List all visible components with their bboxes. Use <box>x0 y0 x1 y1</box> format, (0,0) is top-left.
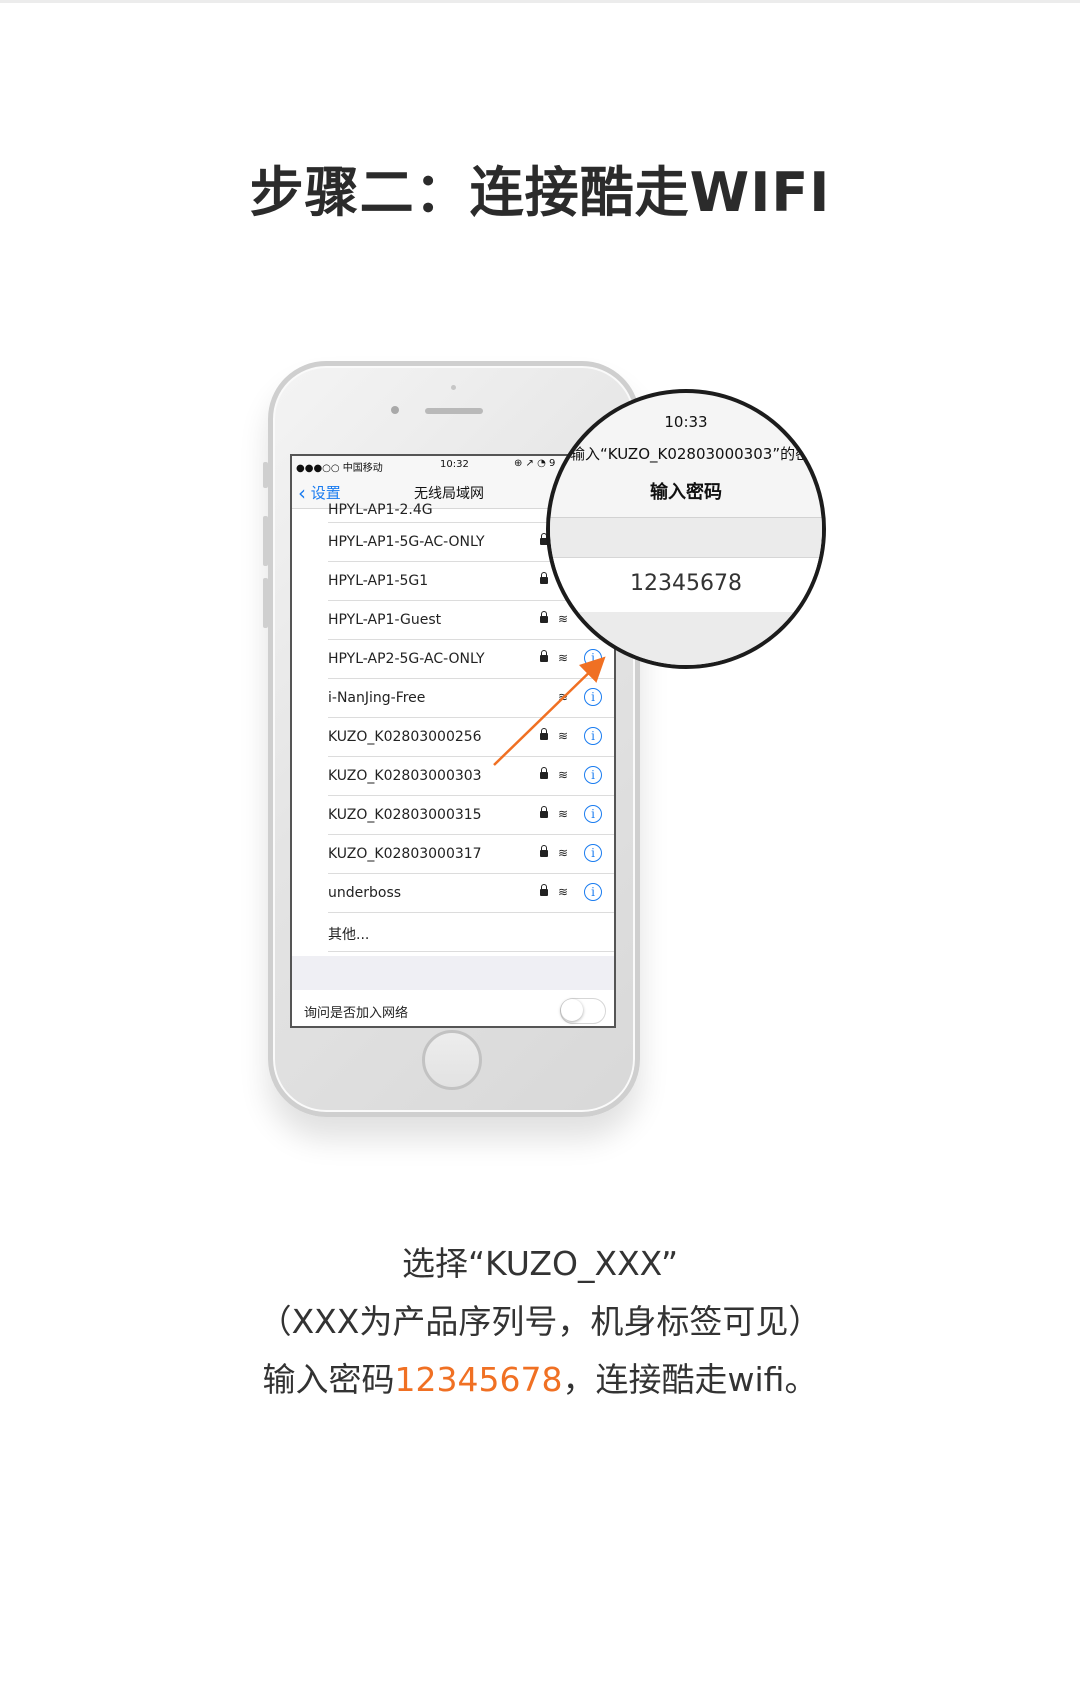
lock-icon <box>540 728 548 740</box>
password-heading: 输入密码 <box>650 482 722 503</box>
network-name: HPYL-AP1-5G1 <box>328 573 429 589</box>
status-icons: ⊕ ↗ ◔ 9 <box>514 458 556 469</box>
caption-line-3: 输入密码12345678，连接酷走wifi。 <box>0 1353 1080 1401</box>
network-name: underboss <box>328 885 402 901</box>
section-gap <box>292 956 614 990</box>
list-item[interactable]: KUZO_K02803000256 ≋ i <box>328 718 614 757</box>
password-highlight: 12345678 <box>394 1360 563 1399</box>
network-name: HPYL-AP1-5G-AC-ONLY <box>328 534 485 550</box>
ask-join-toggle[interactable] <box>560 998 606 1024</box>
info-icon[interactable]: i <box>584 688 602 706</box>
network-name: HPYL-AP1-2.4G <box>328 502 433 518</box>
list-item[interactable]: KUZO_K02803000303 ≋ i <box>328 757 614 796</box>
wifi-signal-icon: ≋ <box>558 768 569 782</box>
page-title: 步骤二：连接酷走WIFI <box>249 161 831 224</box>
network-name: KUZO_K02803000317 <box>328 846 482 862</box>
proximity-sensor <box>451 385 456 390</box>
volume-up-button <box>263 516 268 566</box>
back-button[interactable]: ‹ 设置 <box>298 482 341 503</box>
list-item[interactable]: KUZO_K02803000315 ≋ i <box>328 796 614 835</box>
toggle-knob <box>561 999 583 1021</box>
info-icon[interactable]: i <box>584 727 602 745</box>
info-icon[interactable]: i <box>584 805 602 823</box>
list-item[interactable]: i-NanJing-Free ≋ i <box>328 679 614 718</box>
password-prompt: 输入“KUZO_K02803000303”的密码 <box>570 445 826 463</box>
network-name: HPYL-AP1-Guest <box>328 612 442 628</box>
caption-line-2: （XXX为产品序列号，机身标签可见） <box>258 1302 822 1341</box>
info-icon[interactable]: i <box>584 766 602 784</box>
other-network-item[interactable]: 其他... <box>328 913 614 952</box>
password-value: 12345678 <box>630 571 742 596</box>
back-label: 设置 <box>310 484 341 502</box>
lock-icon <box>540 650 548 662</box>
top-divider <box>0 0 1080 3</box>
status-time: 10:32 <box>440 459 469 470</box>
lock-icon <box>540 806 548 818</box>
network-name: HPYL-AP2-5G-AC-ONLY <box>328 651 485 667</box>
other-label: 其他... <box>328 927 370 943</box>
lock-icon <box>540 767 548 779</box>
wifi-signal-icon: ≋ <box>558 807 569 821</box>
carrier-label: ●●●○○ 中国移动 <box>296 463 383 474</box>
ask-join-row: 询问是否加入网络 <box>292 990 614 1026</box>
lock-icon <box>540 572 548 584</box>
chevron-left-icon: ‹ <box>298 481 306 505</box>
wifi-signal-icon: ≋ <box>558 846 569 860</box>
lock-icon <box>540 884 548 896</box>
wifi-signal-icon: ≋ <box>558 729 569 743</box>
lock-icon <box>540 845 548 857</box>
list-item[interactable]: KUZO_K02803000317 ≋ i <box>328 835 614 874</box>
ask-join-label: 询问是否加入网络 <box>304 1006 409 1021</box>
network-name: KUZO_K02803000256 <box>328 729 482 745</box>
earpiece-speaker <box>425 408 483 414</box>
list-item[interactable]: underboss ≋ i <box>328 874 614 913</box>
magnified-time: 10:33 <box>664 413 708 431</box>
network-name: KUZO_K02803000315 <box>328 807 482 823</box>
volume-down-button <box>263 578 268 628</box>
wifi-signal-icon: ≋ <box>558 690 569 704</box>
caption-line-3-suffix: ，连接酷走wifi。 <box>562 1360 818 1399</box>
network-name: i-NanJing-Free <box>328 690 426 706</box>
caption-line-3-prefix: 输入密码 <box>262 1360 395 1399</box>
magnifier-callout: 10:33 输入“KUZO_K02803000303”的密码 输入密码 1234… <box>546 389 826 669</box>
lock-icon <box>540 611 548 623</box>
mute-switch <box>263 462 268 488</box>
front-camera <box>391 406 399 414</box>
separator-band <box>550 517 822 558</box>
caption-line-1: 选择“KUZO_XXX” <box>401 1244 679 1283</box>
nav-title: 无线局域网 <box>414 486 484 502</box>
wifi-signal-icon: ≋ <box>558 885 569 899</box>
info-icon[interactable]: i <box>584 883 602 901</box>
info-icon[interactable]: i <box>584 844 602 862</box>
network-name: KUZO_K02803000303 <box>328 768 482 784</box>
bottom-band <box>550 612 822 665</box>
home-button <box>422 1030 482 1090</box>
